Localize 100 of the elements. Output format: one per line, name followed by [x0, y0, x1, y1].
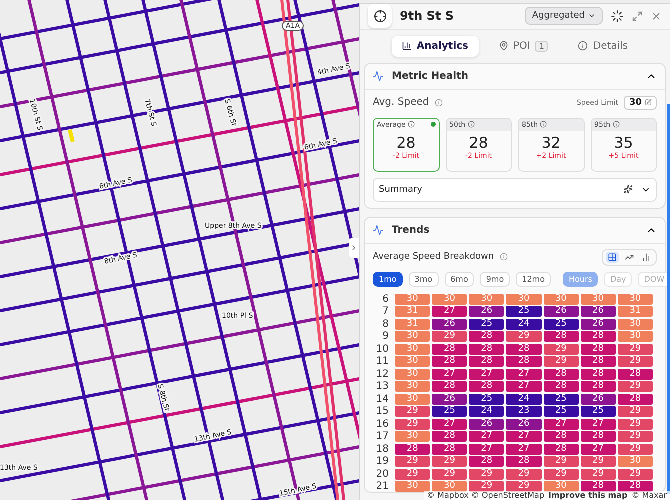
hour-label: 15	[375, 406, 390, 417]
heatmap-cell: 28	[432, 431, 468, 442]
heatmap-cell: 30	[432, 294, 468, 304]
bar-chart-icon	[402, 41, 412, 51]
section-title: Metric Health	[392, 70, 470, 82]
hour-label: 17	[375, 431, 390, 442]
heatmap-cell: 26	[432, 318, 468, 330]
heatmap-cell: 25	[506, 306, 542, 317]
heatmap-cell: 30	[618, 318, 653, 330]
heatmap-cell: 28	[395, 444, 430, 454]
heatmap-cell: 28	[544, 331, 579, 342]
edit-icon	[645, 99, 652, 106]
panel-tab[interactable]: POI 1	[488, 36, 558, 56]
heatmap-cell: 24	[469, 406, 504, 417]
heatmap-cell: 29	[469, 468, 504, 480]
status-dot	[430, 122, 436, 127]
heatmap-cell: 28	[580, 368, 616, 380]
heatmap-cell: 26	[580, 306, 616, 317]
heatmap-cell: 31	[395, 318, 430, 330]
heatmap-cell: 28	[469, 331, 504, 342]
hour-label: 14	[375, 394, 390, 404]
heatmap-cell: 28	[544, 431, 579, 442]
heatmap-cell: 27	[580, 418, 616, 430]
locate-button[interactable]	[368, 4, 392, 28]
heatmap-cell: 30	[395, 356, 430, 367]
heatmap-cell: 30	[544, 294, 579, 304]
range-button[interactable]: 12mo	[516, 272, 551, 286]
heatmap-cell: 29	[506, 331, 542, 342]
heatmap-cell: 28	[469, 456, 504, 467]
summary-row[interactable]: Summary	[373, 178, 657, 202]
heatmap-cell: 30	[618, 331, 653, 342]
view-toggle[interactable]	[602, 248, 657, 266]
heatmap-cell: 25	[544, 318, 579, 330]
heatmap-cell: 30	[395, 294, 430, 304]
heatmap-cell: 25	[469, 318, 504, 330]
highlighted-segment	[68, 130, 75, 142]
heatmap-cell: 28	[618, 481, 653, 492]
grid-view-button[interactable]	[606, 252, 619, 262]
heatmap-cell: 23	[506, 406, 542, 417]
range-button[interactable]: 9mo	[480, 272, 510, 286]
heatmap-cell: 30	[395, 344, 430, 354]
range-button[interactable]: 3mo	[408, 272, 439, 286]
panel-tab[interactable]: Details	[568, 36, 638, 56]
heatmap-cell: 29	[506, 468, 542, 480]
heatmap-cell: 28	[469, 344, 504, 354]
info-icon	[612, 121, 620, 128]
heatmap-cell: 27	[432, 306, 468, 317]
scrollbar[interactable]	[667, 104, 670, 494]
range-button[interactable]: 6mo	[444, 272, 474, 286]
chevron-icon	[350, 244, 358, 252]
line-chart-icon	[625, 252, 634, 262]
info-icon	[578, 41, 588, 51]
section-title: Trends	[392, 224, 431, 236]
heatmap-cell: 30	[395, 381, 430, 392]
collapse-handle[interactable]	[349, 238, 359, 258]
heatmap-cell: 28	[432, 381, 468, 392]
close-icon[interactable]	[651, 10, 662, 22]
heatmap-cell: 27	[506, 381, 542, 392]
info-icon	[435, 98, 444, 106]
heatmap-cell: 27	[469, 444, 504, 454]
speed-limit-field[interactable]: 30	[624, 96, 657, 110]
pulse-icon	[373, 224, 384, 236]
hour-label: 7	[382, 306, 390, 317]
heatmap-cell: 25	[544, 406, 579, 417]
range-button[interactable]: 1mo	[373, 272, 403, 286]
heatmap-cell: 28	[580, 481, 616, 492]
heatmap-cell: 28	[618, 394, 653, 404]
heatmap-cell: 29	[544, 344, 579, 354]
heatmap-cell: 30	[506, 294, 542, 304]
heatmap-cell: 25	[469, 394, 504, 404]
heatmap-cell: 30	[618, 294, 653, 304]
heatmap-cell: 30	[395, 431, 430, 442]
heatmap-cell: 29	[618, 468, 653, 480]
info-icon	[500, 253, 508, 261]
improve-map-link[interactable]: Improve this map	[548, 491, 628, 500]
street-title: 9th St S	[400, 9, 456, 24]
panel-tab[interactable]: Analytics	[392, 36, 478, 56]
chart-title: Average Speed Breakdown	[373, 252, 494, 262]
heatmap-cell: 30	[432, 481, 468, 492]
heatmap-cell: 28	[580, 381, 616, 392]
heatmap-cell: 28	[544, 381, 579, 392]
heatmap-cell: 31	[395, 306, 430, 317]
hour-label: 12	[375, 368, 390, 380]
heatmap-cell: 29	[580, 456, 616, 467]
mode-dropdown[interactable]: Aggregated	[525, 7, 603, 26]
heatmap-cell: 26	[469, 306, 504, 317]
loading-icon	[611, 10, 624, 23]
heatmap-cell: 28	[506, 356, 542, 367]
heatmap-cell: 30	[395, 394, 430, 404]
heatmap-cell: 26	[580, 394, 616, 404]
heatmap-cell: 29	[395, 468, 430, 480]
hour-label: 11	[375, 356, 390, 367]
heatmap-cell: 29	[618, 381, 653, 392]
heatmap-cell: 28	[544, 444, 579, 454]
heatmap-cell: 29	[618, 431, 653, 442]
heatmap-cell: 29	[432, 331, 468, 342]
expand-icon[interactable]	[632, 10, 643, 22]
heatmap-cell: 27	[469, 431, 504, 442]
heatmap-cell: 29	[544, 456, 579, 467]
heatmap-cell: 25	[580, 406, 616, 417]
